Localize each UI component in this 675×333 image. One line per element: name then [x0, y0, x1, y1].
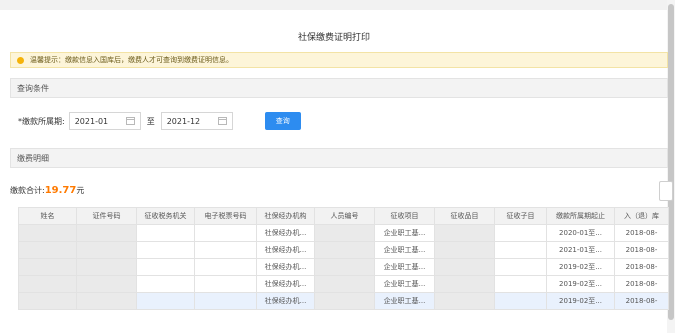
column-header[interactable]: 征收税务机关: [136, 207, 195, 225]
query-button[interactable]: 查询: [264, 112, 301, 130]
calendar-icon[interactable]: [217, 117, 227, 125]
table-cell: [314, 292, 375, 310]
table-cell: [194, 241, 257, 259]
table-cell: [494, 224, 547, 242]
column-header[interactable]: 缴款所属期起止: [546, 207, 615, 225]
table-cell: [314, 258, 375, 276]
table-cell: [434, 258, 495, 276]
calendar-icon[interactable]: [125, 117, 135, 125]
notice-text: 温馨提示：缴款信息入国库后，缴费人才可查询到缴费证明信息。: [30, 56, 233, 64]
start-date-picker[interactable]: 2021-01: [68, 112, 141, 130]
query-section-header: 查询条件: [10, 78, 668, 98]
table-cell: 社保经办机...: [256, 241, 315, 259]
table-row[interactable]: 社保经办机... 企业职工基... 2020-01至... 2018-08-: [18, 224, 669, 242]
table-row[interactable]: 社保经办机... 企业职工基... 2021-01至... 2018-08-: [18, 241, 669, 259]
table-cell: [194, 292, 257, 310]
table-cell: 2019-02至...: [546, 275, 615, 293]
table-cell: 社保经办机...: [256, 292, 315, 310]
table-cell: [18, 241, 77, 259]
table-cell: 2021-01至...: [546, 241, 615, 259]
table-cell: [18, 292, 77, 310]
info-dot-icon: [17, 56, 24, 64]
end-date-value: 2021-12: [166, 116, 201, 126]
top-strip: [0, 0, 675, 10]
end-date-picker[interactable]: 2021-12: [160, 112, 233, 130]
table-cell: 企业职工基...: [374, 224, 435, 242]
column-header[interactable]: 征收项目: [374, 207, 435, 225]
details-section-header: 缴费明细: [10, 148, 668, 168]
table-cell: [494, 258, 547, 276]
table-cell: [494, 241, 547, 259]
table-cell: [76, 258, 137, 276]
query-row: *缴款所属期: 2021-01 至 2021-12 查询: [18, 112, 301, 130]
table-row[interactable]: 社保经办机... 企业职工基... 2019-02至... 2018-08-: [18, 275, 669, 293]
table-cell: [76, 224, 137, 242]
table-cell: [18, 258, 77, 276]
column-header[interactable]: 证件号码: [76, 207, 137, 225]
total-amount: 19.77: [44, 185, 77, 196]
payment-table: 姓名 证件号码 征收税务机关 电子税票号码 社保经办机构 人员编号 征收项目 征收品目 征收子目…: [18, 207, 669, 310]
table-cell: 企业职工基...: [374, 275, 435, 293]
table-cell: 2019-02至...: [546, 292, 615, 310]
table-cell: 社保经办机...: [256, 224, 315, 242]
table-cell: [314, 241, 375, 259]
column-header[interactable]: 人员编号: [314, 207, 375, 225]
table-cell: 2018-08-: [614, 292, 669, 310]
table-cell: [194, 224, 257, 242]
period-label: *缴款所属期:: [18, 116, 65, 126]
table-cell: [194, 275, 257, 293]
start-date-value: 2021-01: [74, 116, 109, 126]
table-cell: [494, 275, 547, 293]
table-cell: 企业职工基...: [374, 292, 435, 310]
table-cell: 企业职工基...: [374, 258, 435, 276]
details-section-title: 缴费明细: [17, 153, 49, 163]
table-cell: 2018-08-: [614, 258, 669, 276]
table-cell: 社保经办机...: [256, 275, 315, 293]
total-unit: 元: [76, 186, 85, 195]
table-cell: [434, 292, 495, 310]
table-cell: [136, 258, 195, 276]
table-cell: 2018-08-: [614, 224, 669, 242]
column-header[interactable]: 电子税票号码: [194, 207, 257, 225]
table-cell: [434, 224, 495, 242]
to-label: 至: [146, 116, 155, 126]
table-cell: [18, 224, 77, 242]
table-cell: [18, 275, 77, 293]
export-button[interactable]: [659, 181, 673, 201]
page-title: 社保缴费证明打印: [297, 33, 370, 43]
notice-banner: 温馨提示：缴款信息入国库后，缴费人才可查询到缴费证明信息。: [10, 52, 668, 68]
column-header[interactable]: 征收子目: [494, 207, 547, 225]
table-cell: [194, 258, 257, 276]
column-header[interactable]: 社保经办机构: [256, 207, 315, 225]
column-header[interactable]: 入（退）库: [614, 207, 669, 225]
table-row[interactable]: 社保经办机... 企业职工基... 2019-02至... 2018-08-: [18, 292, 669, 310]
table-cell: [136, 224, 195, 242]
table-cell: [314, 275, 375, 293]
table-cell: [136, 275, 195, 293]
table-cell: 2020-01至...: [546, 224, 615, 242]
table-cell: 2019-02至...: [546, 258, 615, 276]
table-cell: [434, 241, 495, 259]
query-section-title: 查询条件: [17, 83, 49, 93]
table-cell: [76, 292, 137, 310]
column-header[interactable]: 征收品目: [434, 207, 495, 225]
table-cell: [136, 241, 195, 259]
table-cell: 企业职工基...: [374, 241, 435, 259]
table-row[interactable]: 社保经办机... 企业职工基... 2019-02至... 2018-08-: [18, 258, 669, 276]
table-cell: [494, 292, 547, 310]
table-cell: [136, 292, 195, 310]
table-cell: [76, 275, 137, 293]
payment-total: 缴款合计:19.77元: [10, 185, 84, 196]
table-header-row: 姓名 证件号码 征收税务机关 电子税票号码 社保经办机构 人员编号 征收项目 征收品目 征收子目…: [18, 207, 669, 225]
table-cell: 社保经办机...: [256, 258, 315, 276]
table-cell: [76, 241, 137, 259]
column-header[interactable]: 姓名: [18, 207, 77, 225]
table-cell: 2018-08-: [614, 275, 669, 293]
table-cell: [434, 275, 495, 293]
table-cell: [314, 224, 375, 242]
total-label: 缴款合计:: [10, 186, 45, 195]
table-cell: 2018-08-: [614, 241, 669, 259]
